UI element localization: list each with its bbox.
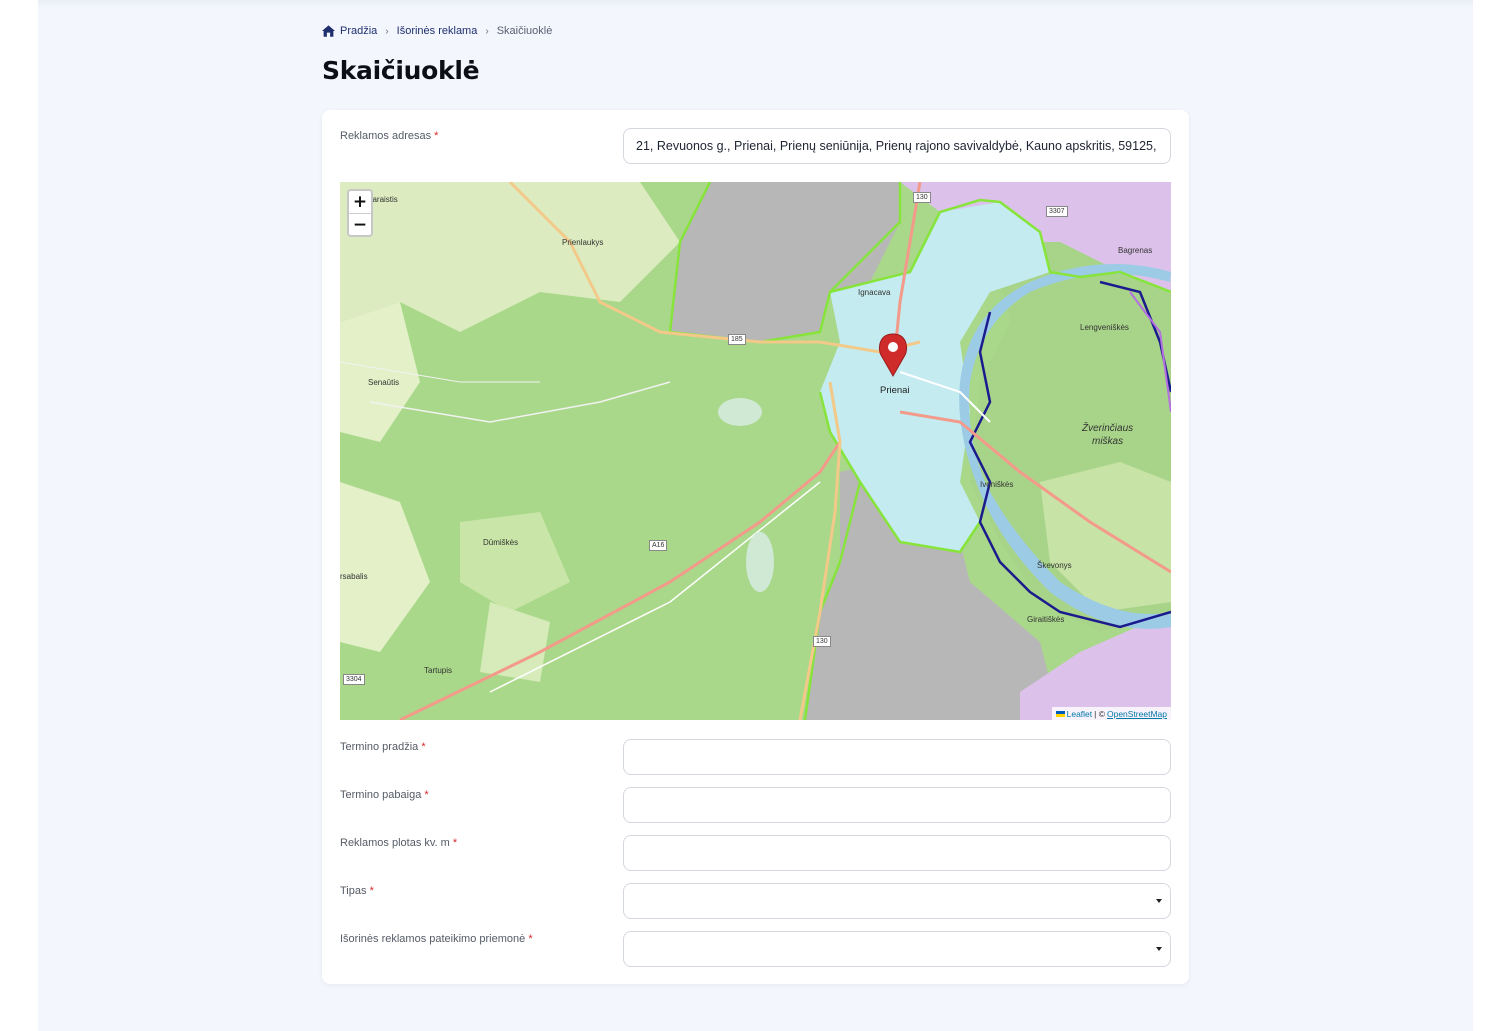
- map-label: Dūmiškės: [483, 538, 519, 547]
- required-mark: *: [452, 837, 458, 849]
- breadcrumb-section-link[interactable]: Išorinės reklama: [397, 25, 478, 37]
- calculator-form-card: Reklamos adresas * 21, Revuonos g., Prie…: [322, 110, 1189, 984]
- breadcrumb: Pradžia › Išorinės reklama › Skaičiuoklė: [322, 22, 552, 40]
- map-label: Tartupis: [424, 666, 453, 675]
- term-end-input[interactable]: [623, 787, 1171, 823]
- term-end-label: Termino pabaiga *: [340, 789, 429, 801]
- map-label: Ivoniškės: [980, 480, 1014, 489]
- page-title: Skaičiuoklė: [322, 56, 480, 85]
- header-shadow: [38, 0, 1473, 8]
- required-mark: *: [369, 885, 374, 897]
- breadcrumb-home-link[interactable]: Pradžia: [340, 25, 377, 37]
- map-label-city: Prienai: [880, 385, 910, 396]
- term-start-label: Termino pradžia *: [340, 741, 426, 753]
- attribution-separator: | ©: [1094, 708, 1105, 719]
- required-mark: *: [434, 130, 439, 142]
- breadcrumb-separator: ›: [485, 25, 489, 37]
- area-input[interactable]: [623, 835, 1171, 871]
- area-label: Reklamos plotas kv. m *: [340, 837, 457, 849]
- road-ref: A16: [649, 540, 668, 551]
- map-label: miškas: [1092, 436, 1124, 447]
- means-label-text: Išorinės reklamos pateikimo priemonė: [340, 933, 526, 945]
- breadcrumb-current: Skaičiuoklė: [496, 25, 553, 37]
- type-select[interactable]: [623, 883, 1171, 919]
- map-label: Giraitiškės: [1027, 615, 1065, 624]
- map-label: Škevonys: [1037, 561, 1072, 570]
- means-select[interactable]: [623, 931, 1171, 967]
- map-label: Ignacava: [858, 288, 891, 297]
- map-label: rsabalis: [340, 572, 368, 581]
- term-start-input[interactable]: [623, 739, 1171, 775]
- openstreetmap-link[interactable]: OpenStreetMap: [1107, 709, 1167, 719]
- required-mark: *: [424, 789, 429, 801]
- caret-down-icon: [1156, 947, 1162, 951]
- map-label: Bagrenas: [1118, 246, 1153, 255]
- term-end-label-text: Termino pabaiga: [340, 789, 422, 801]
- map-label: Prienlaukys: [562, 238, 604, 247]
- area-label-text: Reklamos plotas kv. m: [340, 837, 450, 849]
- required-mark: *: [421, 741, 426, 753]
- type-label-text: Tipas: [340, 885, 367, 897]
- term-start-label-text: Termino pradžia: [340, 741, 419, 753]
- road-ref: 3307: [1046, 206, 1068, 217]
- address-label: Reklamos adresas *: [340, 130, 438, 142]
- required-mark: *: [528, 933, 533, 945]
- ukraine-flag-icon: [1055, 710, 1065, 717]
- home-icon: [322, 25, 335, 37]
- map-label: Žverinčiaus: [1082, 423, 1134, 434]
- leaflet-link[interactable]: Leaflet: [1067, 709, 1093, 719]
- zoom-out-button[interactable]: −: [349, 213, 371, 235]
- map-tiles: [340, 182, 1171, 720]
- road-ref: 3304: [343, 674, 365, 685]
- means-label: Išorinės reklamos pateikimo priemonė *: [340, 933, 533, 945]
- address-label-text: Reklamos adresas: [340, 130, 432, 142]
- caret-down-icon: [1156, 899, 1162, 903]
- road-ref: 130: [813, 636, 831, 647]
- road-ref: 130: [913, 192, 931, 203]
- map-attribution: Leaflet | © OpenStreetMap: [1051, 707, 1171, 720]
- zoom-in-button[interactable]: +: [349, 191, 371, 213]
- map-label: Lengveniškės: [1080, 323, 1129, 332]
- map-label: Senaūtis: [368, 378, 400, 387]
- type-label: Tipas *: [340, 885, 374, 897]
- road-ref: 185: [728, 334, 746, 345]
- address-input[interactable]: 21, Revuonos g., Prienai, Prienų seniūni…: [623, 128, 1171, 164]
- zoom-control: + −: [347, 189, 373, 237]
- map[interactable]: daraistis Prienlaukys Senaūtis Dūmiškės …: [340, 182, 1171, 720]
- breadcrumb-separator: ›: [385, 25, 389, 37]
